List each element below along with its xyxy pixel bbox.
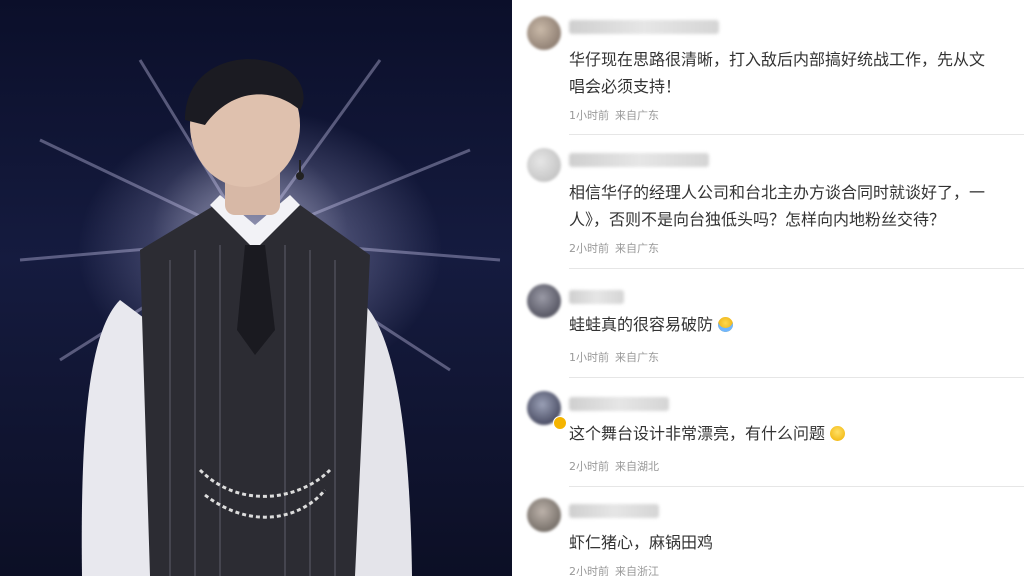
comment-text: 蛙蛙真的很容易破防 xyxy=(569,311,1024,338)
comment-text-line: 这个舞台设计非常漂亮，有什么问题 xyxy=(569,424,826,443)
avatar[interactable] xyxy=(527,284,561,318)
comment-text: 虾仁猪心，麻锅田鸡 xyxy=(569,529,1024,556)
separator xyxy=(569,486,1024,487)
separator xyxy=(569,377,1024,378)
comment-meta: 1小时前 来自广东 xyxy=(569,349,665,365)
grinning-face-emoji xyxy=(830,426,846,441)
avatar[interactable] xyxy=(527,16,561,50)
crying-face-emoji xyxy=(718,317,734,332)
comment-text: 这个舞台设计非常漂亮，有什么问题 xyxy=(569,420,1024,447)
comment-time: 1小时前 xyxy=(569,351,609,364)
comment-text-line: 蛙蛙真的很容易破防 xyxy=(569,315,714,334)
comment-location: 来自湖北 xyxy=(615,460,659,473)
comment-meta: 1小时前 来自广东 xyxy=(569,107,665,123)
comment-text-line: 唱会必须支持！ xyxy=(569,77,682,96)
separator xyxy=(569,268,1024,269)
username-blurred[interactable] xyxy=(569,504,659,518)
comment-location: 来自广东 xyxy=(615,109,659,122)
comment-text-line: 虾仁猪心，麻锅田鸡 xyxy=(569,533,714,552)
comment-list: 华仔现在思路很清晰，打入敌后内部搞好统战工作，先从文 唱会必须支持！ 1小时前来… xyxy=(515,0,1024,576)
comment-text: 华仔现在思路很清晰，打入敌后内部搞好统战工作，先从文 唱会必须支持！ xyxy=(569,46,1024,100)
comment-location: 来自广东 xyxy=(615,351,659,364)
performer-illustration xyxy=(19,59,501,576)
avatar[interactable] xyxy=(527,148,561,182)
username-blurred[interactable] xyxy=(569,397,669,411)
comment-time: 2小时前 xyxy=(569,242,609,255)
comment-location: 来自广东 xyxy=(615,242,659,255)
comment-time: 2小时前 xyxy=(569,460,609,473)
comment-time: 2小时前 xyxy=(569,565,609,576)
comment-text: 相信华仔的经理人公司和台北主办方谈合同时就谈好了，一 人》，否则不是向台独低头吗… xyxy=(569,179,1024,233)
comment-text-line: 相信华仔的经理人公司和台北主办方谈合同时就谈好了，一 xyxy=(569,183,986,202)
username-blurred[interactable] xyxy=(569,290,624,304)
separator xyxy=(569,134,1024,135)
comment-text-line: 华仔现在思路很清晰，打入敌后内部搞好统战工作，先从文 xyxy=(569,50,986,69)
comment-meta: 2小时前 来自浙江 xyxy=(569,563,665,576)
username-blurred[interactable] xyxy=(569,153,709,167)
concert-photo xyxy=(0,0,512,576)
verified-badge-icon xyxy=(553,416,567,430)
avatar[interactable] xyxy=(527,498,561,532)
comment-meta: 2小时前 来自湖北 xyxy=(569,458,665,474)
comment-text-line: 人》，否则不是向台独低头吗？怎样向内地粉丝交待？ xyxy=(569,210,946,229)
username-blurred[interactable] xyxy=(569,20,719,34)
comment-time: 1小时前 xyxy=(569,109,609,122)
comment-meta: 2小时前 来自广东 xyxy=(569,240,665,256)
comment-location: 来自浙江 xyxy=(615,565,659,576)
